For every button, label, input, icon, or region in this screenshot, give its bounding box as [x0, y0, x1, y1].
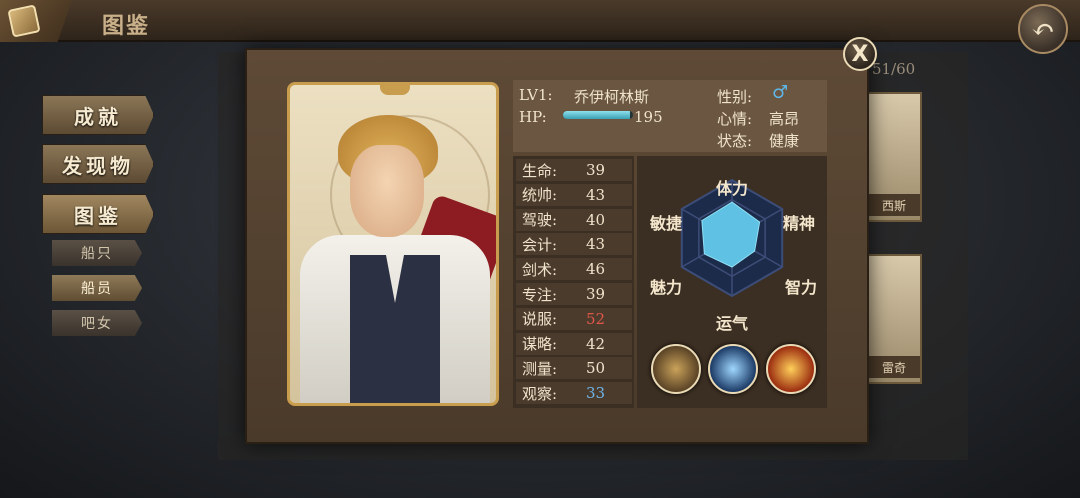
stat-label: 会计:: [522, 235, 558, 254]
stat-label: 观察:: [522, 384, 558, 403]
stat-row: 测量: 50: [516, 357, 632, 380]
radar-label-agility: 敏捷: [650, 214, 683, 233]
crew-card[interactable]: 雷奇: [866, 254, 922, 384]
book-glyph: [7, 4, 41, 38]
menu-discoveries[interactable]: 发现物: [42, 144, 154, 184]
male-icon: ♂: [772, 82, 789, 103]
stat-value: 40: [586, 210, 606, 229]
submenu-ships[interactable]: 船只: [52, 240, 142, 266]
stat-label: 生命:: [522, 161, 558, 180]
crew-card-name: 西斯: [868, 194, 920, 216]
fire-skill-icon[interactable]: [766, 344, 816, 394]
crew-card-name: 雷奇: [868, 356, 920, 378]
level-label: LV1:: [519, 86, 553, 104]
stat-row: 驾驶: 40: [516, 208, 632, 231]
radar-label-spirit: 精神: [783, 214, 816, 233]
stat-value: 39: [586, 285, 606, 303]
status-value: 健康: [769, 132, 800, 150]
book-icon[interactable]: [0, 0, 72, 42]
stat-row: 剑术: 46: [516, 258, 632, 281]
top-bar: 图鉴: [0, 0, 1080, 42]
radar-label-luck: 运气: [716, 314, 749, 333]
stat-row: 说服: 52: [516, 307, 632, 330]
submenu-barmaids[interactable]: 吧女: [52, 310, 142, 336]
status-label: 状态:: [717, 132, 753, 150]
hp-label: HP:: [519, 108, 547, 126]
portrait-face: [350, 145, 424, 237]
stat-row: 会计: 43: [516, 233, 632, 256]
radar-label-intelligence: 智力: [785, 278, 818, 297]
stat-value: 33: [586, 384, 606, 403]
radar-label-charm: 魅力: [650, 278, 683, 297]
stat-label: 统帅:: [522, 186, 558, 205]
back-arrow-icon[interactable]: ↶: [1018, 4, 1068, 54]
hp-bar-fill: [563, 111, 630, 119]
stat-label: 说服:: [522, 310, 558, 329]
lightning-skill-icon[interactable]: [708, 344, 758, 394]
stat-value: 43: [586, 235, 606, 254]
stat-label: 测量:: [522, 359, 558, 378]
stat-label: 谋略:: [522, 335, 558, 354]
stat-row: 专注: 39: [516, 283, 632, 305]
menu-codex[interactable]: 图鉴: [42, 194, 154, 234]
stat-row: 统帅: 43: [516, 183, 632, 206]
character-portrait: [287, 82, 499, 406]
stat-row: 观察: 33: [516, 382, 632, 405]
radar-label-stamina: 体力: [716, 179, 749, 198]
stat-value: 52: [586, 309, 606, 328]
stat-label: 剑术:: [522, 260, 558, 279]
hp-value: 195: [634, 108, 663, 126]
stat-value: 42: [586, 334, 606, 353]
crate-skill-icon[interactable]: [651, 344, 701, 394]
submenu-crew[interactable]: 船员: [52, 275, 142, 301]
menu-achievements[interactable]: 成就: [42, 95, 154, 135]
stat-row: 谋略: 42: [516, 332, 632, 355]
stat-value: 50: [586, 359, 606, 378]
stat-row: 生命: 39: [516, 159, 632, 181]
close-button[interactable]: X: [843, 37, 877, 71]
crew-card[interactable]: 西斯: [866, 92, 922, 222]
stat-value: 39: [586, 161, 606, 179]
hp-bar: [563, 111, 633, 119]
collection-counter: 51/60: [872, 60, 916, 78]
character-name: 乔伊柯林斯: [574, 88, 650, 106]
mood-label: 心情:: [717, 110, 753, 128]
stat-value: 43: [586, 185, 606, 204]
gender-label: 性别:: [717, 88, 753, 106]
stat-value: 46: [586, 260, 606, 279]
page-title: 图鉴: [102, 13, 151, 39]
portrait-frame-ornament: [380, 85, 410, 95]
mood-value: 高昂: [769, 110, 800, 128]
stat-label: 驾驶:: [522, 211, 558, 230]
stat-label: 专注:: [522, 285, 558, 304]
